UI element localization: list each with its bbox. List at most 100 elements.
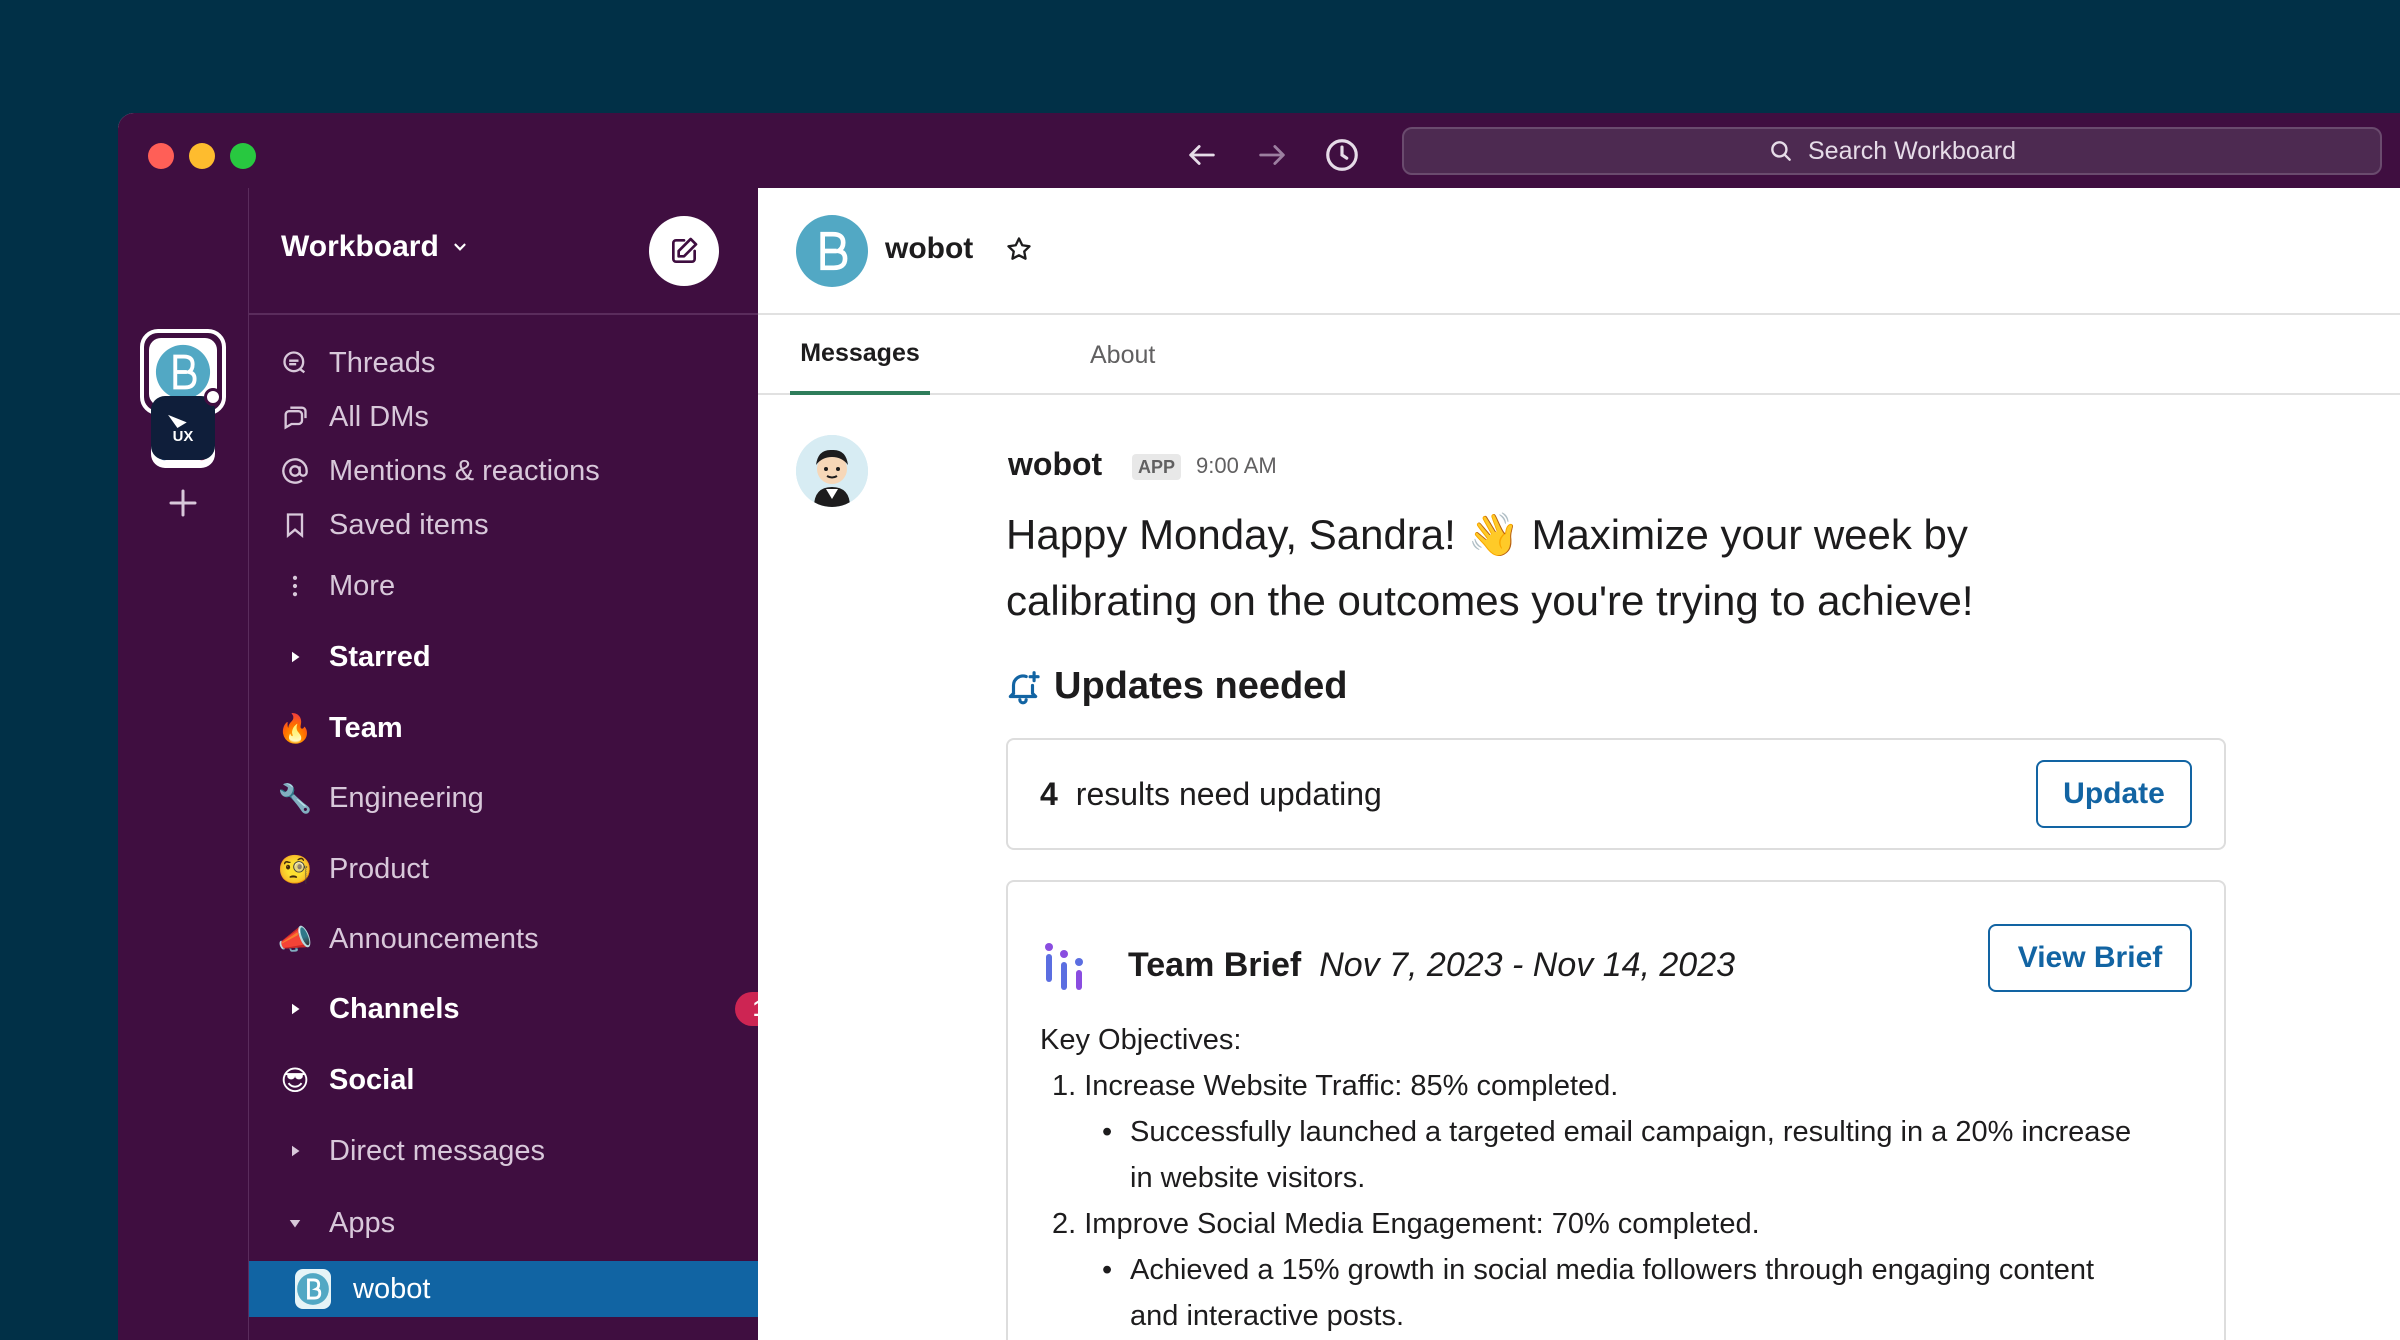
team-brief-card: Team Brief Nov 7, 2023 - Nov 14, 2023 Vi… (1006, 880, 2226, 1340)
sidebar-item-label: Announcements (329, 922, 539, 955)
objective-1-bullet: Successfully launched a targeted email c… (1040, 1109, 2200, 1201)
channel-name[interactable]: wobot (885, 232, 973, 266)
sidebar-item-label: Apps (329, 1206, 396, 1239)
sidebar-header: Workboard (249, 188, 758, 315)
main-panel: wobot Messages About wobot APP 9:00 AM H… (758, 188, 2400, 1340)
results-count-text: 4 results need updating (1040, 776, 1382, 813)
sidebar-item-label: Threads (329, 346, 436, 379)
greeting-line-1: Happy Monday, Sandra! 👋 Maximize your we… (1006, 511, 1968, 558)
app-tag: APP (1132, 454, 1182, 480)
workspace-ux-wizards[interactable]: UX (151, 396, 215, 460)
sidebar-item-label: Engineering (329, 781, 484, 814)
view-brief-button[interactable]: View Brief (1988, 924, 2192, 992)
app-window: Search Workboard UX Workboard Threads Al… (118, 113, 2400, 1340)
zoom-window-button[interactable] (230, 143, 256, 169)
updates-heading: Updates needed (1004, 665, 1348, 708)
close-window-button[interactable] (148, 143, 174, 169)
sunglasses-emoji-icon: 😎 (280, 1064, 310, 1096)
search-icon (1771, 141, 1791, 161)
at-icon (277, 453, 313, 489)
sidebar-item-label: All DMs (329, 400, 429, 433)
brief-chart-icon (1044, 942, 1088, 997)
tab-about[interactable]: About (1090, 315, 1210, 395)
sidebar-channel-team[interactable]: 🔥 Team 1 (249, 703, 845, 753)
dms-icon (277, 399, 313, 435)
sidebar-item-threads[interactable]: Threads (249, 338, 758, 388)
sidebar-section-starred[interactable]: Starred 1 (249, 632, 845, 682)
updates-card: 4 results need updating Update (1006, 738, 2226, 850)
ux-logo-text: UX (173, 428, 194, 445)
workboard-logo-icon (155, 344, 211, 400)
channel-header: wobot (758, 188, 2400, 315)
caret-down-icon (277, 1205, 313, 1241)
sidebar-item-label: Starred (329, 640, 431, 673)
channel-tabs: Messages About (758, 315, 2400, 395)
wobot-logo-icon (820, 231, 848, 271)
sidebar-section-channels[interactable]: Channels 1 (249, 984, 783, 1034)
sidebar-item-label: Direct messages (329, 1134, 545, 1167)
message-time[interactable]: 9:00 AM (1196, 453, 1277, 479)
arrow-left-icon (1189, 145, 1215, 165)
workspace-name: Workboard (281, 230, 439, 263)
title-bar: Search Workboard (118, 113, 2400, 188)
megaphone-emoji-icon: 📣 (277, 923, 313, 955)
message-text: Happy Monday, Sandra! 👋 Maximize your we… (1006, 502, 2106, 634)
bell-plus-icon (1008, 670, 1040, 704)
minimize-window-button[interactable] (189, 143, 215, 169)
sidebar-item-label: Product (329, 852, 429, 885)
brief-title: Team Brief Nov 7, 2023 - Nov 14, 2023 (1128, 946, 1735, 985)
key-objectives-label: Key Objectives: (1040, 1024, 1242, 1056)
channel-avatar (796, 215, 868, 287)
sidebar-channel-social[interactable]: 😎 Social (249, 1055, 758, 1105)
sidebar-item-label: Saved items (329, 508, 489, 541)
search-placeholder: Search Workboard (1808, 136, 2016, 165)
wrench-emoji-icon: 🔧 (277, 782, 313, 814)
objective-1-bullet-line-1: Successfully launched a targeted email c… (1130, 1116, 2132, 1148)
arrow-right-icon (1259, 145, 1285, 165)
results-label: results need updating (1075, 776, 1382, 812)
update-button[interactable]: Update (2036, 760, 2192, 828)
sidebar-channel-engineering[interactable]: 🔧 Engineering (249, 773, 758, 823)
sidebar-item-all-dms[interactable]: All DMs (249, 392, 758, 442)
sidebar-item-label: Team (329, 711, 403, 744)
sidebar-item-mentions[interactable]: Mentions & reactions (249, 446, 758, 496)
objective-1: 1. Increase Website Traffic: 85% complet… (1052, 1070, 1619, 1102)
robot-avatar-icon (796, 435, 868, 507)
search-input[interactable]: Search Workboard (1402, 127, 2382, 175)
caret-right-icon (277, 639, 313, 675)
star-button[interactable] (1002, 232, 1036, 266)
caret-right-icon (277, 991, 313, 1027)
objective-1-bullet-line-2: in website visitors. (1130, 1162, 1366, 1194)
greeting-line-2: calibrating on the outcomes you're tryin… (1006, 577, 1974, 624)
message-sender[interactable]: wobot (1008, 446, 1102, 483)
caret-right-icon (277, 1133, 313, 1169)
workspace-rail: UX (118, 188, 248, 1340)
sidebar-channel-product[interactable]: 🧐 Product (249, 844, 758, 894)
more-vertical-icon (277, 568, 313, 604)
results-count: 4 (1040, 776, 1058, 812)
objective-2-bullet-line-1: Achieved a 15% growth in social media fo… (1130, 1254, 2095, 1286)
history-button[interactable] (1320, 133, 1364, 177)
brief-body: Key Objectives: 1. Increase Website Traf… (1040, 1017, 2200, 1339)
plus-icon (169, 489, 197, 517)
channel-sidebar: Workboard Threads All DMs Mentions & rea… (248, 188, 845, 1340)
objective-2: 2. Improve Social Media Engagement: 70% … (1052, 1208, 1760, 1240)
fire-emoji-icon: 🔥 (277, 712, 313, 744)
sidebar-section-direct-messages[interactable]: Direct messages (249, 1126, 758, 1176)
sidebar-app-wobot[interactable]: wobot (249, 1261, 758, 1317)
sidebar-item-label: wobot (353, 1272, 431, 1305)
sidebar-section-apps[interactable]: Apps (249, 1198, 758, 1248)
sender-avatar[interactable] (796, 435, 868, 507)
compose-icon (672, 237, 698, 263)
compose-button[interactable] (649, 216, 719, 286)
monocle-emoji-icon: 🧐 (277, 853, 313, 885)
tab-messages[interactable]: Messages (790, 315, 930, 395)
sidebar-item-saved[interactable]: Saved items (249, 500, 758, 550)
back-button[interactable] (1180, 133, 1224, 177)
sidebar-channel-announcements[interactable]: 📣 Announcements (249, 914, 758, 964)
forward-button[interactable] (1250, 133, 1294, 177)
sidebar-item-label: More (329, 569, 396, 602)
sidebar-item-more[interactable]: More (249, 561, 758, 611)
workspace-menu-button[interactable]: Workboard (281, 230, 469, 264)
add-workspace-button[interactable] (160, 480, 206, 526)
